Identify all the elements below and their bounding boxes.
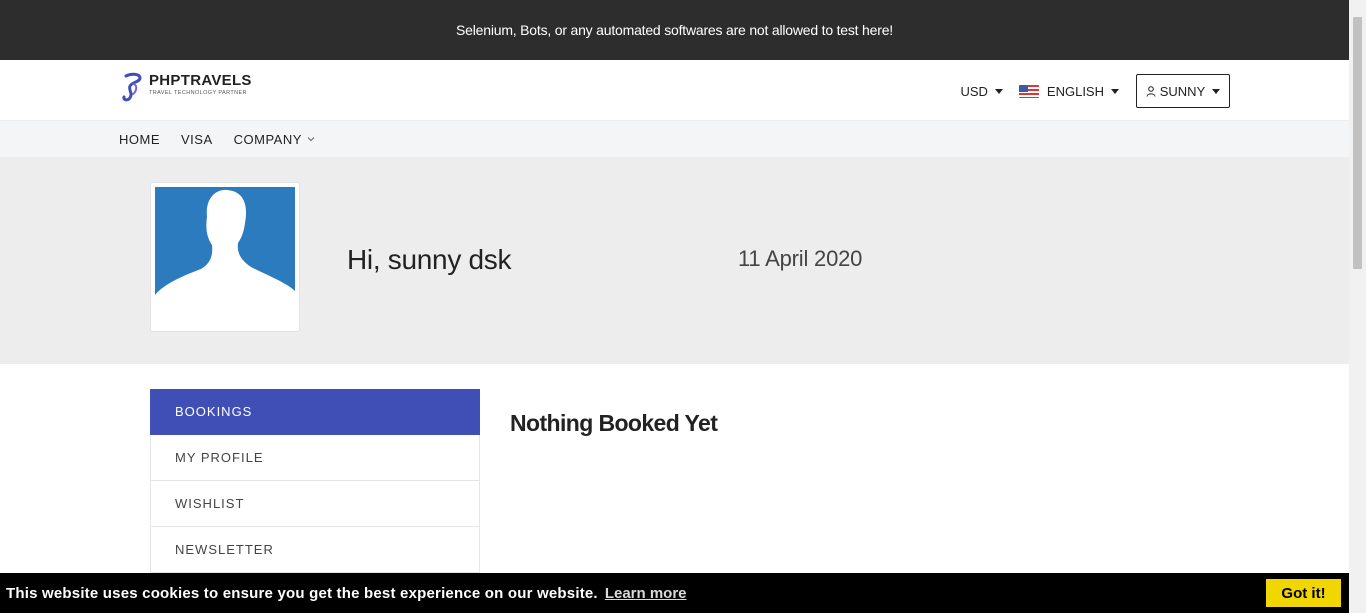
bookings-empty-title: Nothing Booked Yet bbox=[510, 410, 718, 436]
sidebar-item-wishlist[interactable]: WISHLIST bbox=[150, 481, 480, 527]
learn-more-link[interactable]: Learn more bbox=[605, 585, 687, 602]
logo-tagline: TRAVEL TECHNOLOGY PARTNER bbox=[149, 90, 247, 96]
user-icon bbox=[1146, 85, 1156, 97]
nav-company[interactable]: COMPANY bbox=[234, 132, 315, 147]
banner-text: Selenium, Bots, or any automated softwar… bbox=[456, 22, 893, 38]
cookie-message: This website uses cookies to ensure you … bbox=[6, 584, 598, 602]
header: PHPTRAVELS TRAVEL TECHNOLOGY PARTNER USD… bbox=[0, 60, 1349, 121]
logo-name: PHPTRAVELS bbox=[149, 72, 252, 89]
sidebar-item-label: NEWSLETTER bbox=[175, 542, 274, 557]
logo[interactable]: PHPTRAVELS TRAVEL TECHNOLOGY PARTNER bbox=[120, 72, 252, 102]
page-scrollbar[interactable] bbox=[1349, 0, 1366, 613]
current-date: 11 April 2020 bbox=[738, 246, 863, 271]
user-name: SUNNY bbox=[1159, 83, 1206, 99]
nav-home-label: HOME bbox=[119, 131, 160, 147]
nav-company-label: COMPANY bbox=[233, 131, 302, 147]
top-warning-banner: Selenium, Bots, or any automated softwar… bbox=[0, 0, 1349, 60]
caret-down-icon bbox=[1212, 88, 1221, 94]
sidebar-item-my-profile[interactable]: MY PROFILE bbox=[150, 435, 480, 481]
sidebar-item-newsletter[interactable]: NEWSLETTER bbox=[150, 527, 480, 573]
user-menu-button[interactable]: SUNNY bbox=[1136, 74, 1230, 108]
caret-down-icon bbox=[1111, 88, 1119, 94]
sidebar-item-label: BOOKINGS bbox=[175, 404, 253, 419]
sidebar-item-label: MY PROFILE bbox=[175, 450, 264, 465]
sidebar-item-bookings[interactable]: BOOKINGS bbox=[150, 389, 480, 435]
language-label: ENGLISH bbox=[1046, 83, 1104, 99]
nav-home[interactable]: HOME bbox=[119, 132, 160, 147]
scrollbar-thumb[interactable] bbox=[1353, 17, 1362, 269]
nav-visa-label: VISA bbox=[181, 131, 213, 147]
phptravels-logo-icon bbox=[122, 72, 142, 102]
sidebar-item-label: WISHLIST bbox=[175, 496, 245, 511]
cookie-accept-button[interactable]: Got it! bbox=[1266, 579, 1341, 607]
account-sidebar: BOOKINGS MY PROFILE WISHLIST NEWSLETTER bbox=[150, 389, 480, 573]
main-nav: HOME VISA COMPANY bbox=[0, 121, 1349, 157]
currency-dropdown[interactable]: USD bbox=[960, 83, 1003, 99]
currency-label: USD bbox=[960, 83, 988, 99]
caret-down-icon bbox=[994, 88, 1003, 94]
cookie-banner: This website uses cookies to ensure you … bbox=[0, 573, 1349, 613]
greeting: Hi, sunny dsk bbox=[347, 244, 512, 275]
avatar bbox=[150, 182, 300, 332]
chevron-down-icon bbox=[307, 137, 315, 142]
person-silhouette-icon bbox=[155, 189, 295, 305]
nav-visa[interactable]: VISA bbox=[181, 132, 213, 147]
us-flag-icon bbox=[1018, 84, 1039, 98]
language-dropdown[interactable]: ENGLISH bbox=[1018, 83, 1119, 99]
profile-hero: Hi, sunny dsk 11 April 2020 bbox=[0, 157, 1349, 364]
